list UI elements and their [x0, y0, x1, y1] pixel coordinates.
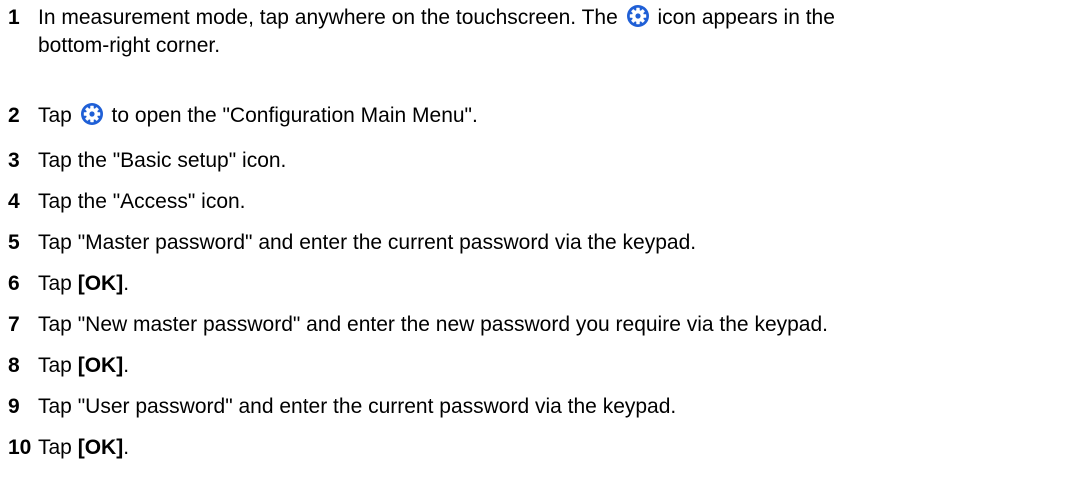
ok-key-label: [OK] — [77, 354, 124, 377]
step-text: Tap [OK]. — [38, 354, 130, 377]
step-number: 6 — [8, 272, 20, 295]
step-text: In measurement mode, tap anywhere on the… — [38, 5, 835, 29]
step-3: 3 Tap the "Basic setup" icon. — [8, 147, 1063, 175]
step-1: 1 In measurement mode, tap anywhere on t… — [8, 4, 1063, 60]
step-4: 4 Tap the "Access" icon. — [8, 188, 1063, 216]
step-number: 10 — [8, 436, 32, 459]
step-text: Tap "Master password" and enter the curr… — [38, 231, 697, 254]
step-number: 5 — [8, 231, 20, 254]
step-number: 4 — [8, 190, 20, 213]
step-2: 2 Tap to open the "Configuration Main Me… — [8, 102, 1063, 130]
step-6: 6 Tap [OK]. — [8, 270, 1063, 298]
step-8: 8 Tap [OK]. — [8, 352, 1063, 380]
step-9: 9 Tap "User password" and enter the curr… — [8, 393, 1063, 421]
step-text: Tap [OK]. — [38, 272, 130, 295]
ok-key-label: [OK] — [77, 272, 124, 295]
step-number: 9 — [8, 395, 20, 418]
step-number: 7 — [8, 313, 20, 336]
gear-icon — [80, 103, 103, 125]
ok-key-label: [OK] — [77, 436, 124, 459]
step-text: Tap "User password" and enter the curren… — [38, 395, 677, 418]
step-number: 1 — [8, 6, 20, 29]
step-10: 10 Tap [OK]. — [8, 434, 1063, 462]
step-text: Tap to open the "Configuration Main Menu… — [38, 103, 478, 127]
step-number: 8 — [8, 354, 20, 377]
step-5: 5 Tap "Master password" and enter the cu… — [8, 229, 1063, 257]
step-text: Tap the "Access" icon. — [38, 190, 246, 213]
step-text: Tap the "Basic setup" icon. — [38, 149, 287, 172]
step-7: 7 Tap "New master password" and enter th… — [8, 311, 1063, 339]
step-number: 2 — [8, 104, 20, 127]
step-text-continued: bottom-right corner. — [38, 34, 221, 57]
step-text: Tap [OK]. — [38, 436, 130, 459]
gear-icon — [626, 5, 649, 27]
step-text: Tap "New master password" and enter the … — [38, 313, 828, 336]
step-number: 3 — [8, 149, 20, 172]
